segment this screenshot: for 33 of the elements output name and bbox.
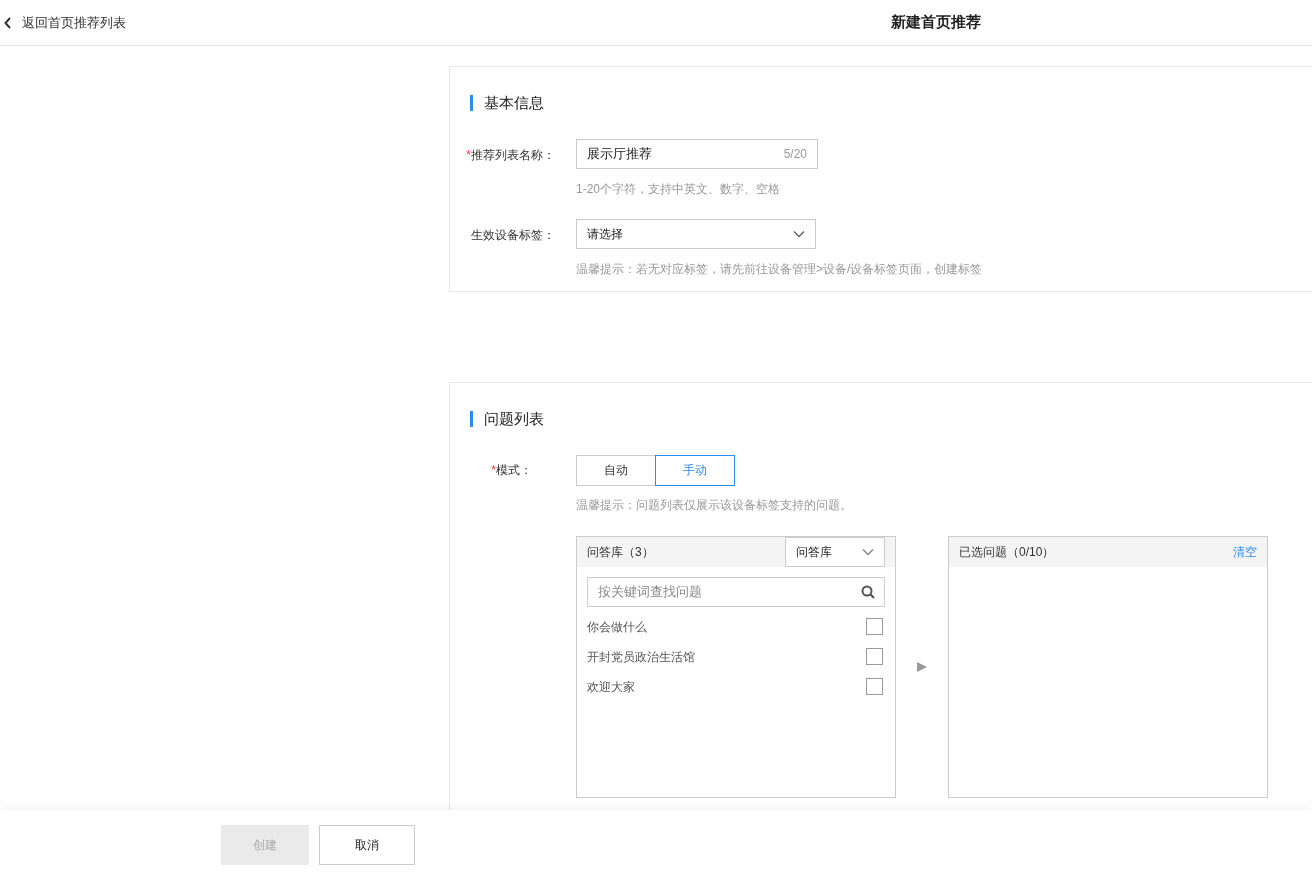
chevron-down-icon [793, 229, 805, 238]
field-label: *推荐列表名称： [466, 147, 555, 162]
panel-title: 问答库（3） [587, 543, 654, 561]
cancel-button[interactable]: 取消 [319, 824, 415, 865]
library-dropdown[interactable]: 问答库 [785, 536, 885, 567]
chevron-down-icon [862, 547, 874, 556]
section-marker [470, 411, 473, 428]
page-title: 新建首页推荐 [891, 12, 981, 32]
question-item[interactable]: 欢迎大家 [587, 677, 635, 696]
back-link[interactable]: 返回首页推荐列表 [4, 12, 126, 33]
section-marker [470, 95, 473, 112]
field-hint: 温馨提示：问题列表仅展示该设备标签支持的问题。 [576, 496, 853, 514]
mode-tab[interactable]: 手动 [655, 454, 735, 486]
question-item[interactable]: 开封党员政治生活馆 [587, 647, 695, 666]
field-label: 生效设备标签： [471, 227, 555, 242]
field-label: *模式： [491, 462, 532, 477]
field-hint: 温馨提示：若无对应标签，请先前往设备管理>设备/设备标签页面，创建标签 [576, 260, 983, 278]
tag-select-dropdown[interactable]: 请选择 [576, 218, 816, 249]
field-hint: 1-20个字符，支持中英文、数字、空格 [576, 180, 782, 198]
character-counter: 5/20 [783, 145, 807, 163]
checkbox[interactable] [866, 648, 883, 665]
panel-title: 已选问题（0/10） [959, 543, 1055, 561]
checkbox[interactable] [866, 618, 883, 635]
section-title: 问题列表 [484, 409, 544, 429]
name-input-field[interactable]: 展示厅推荐 5/20 [576, 138, 818, 169]
search-icon [861, 584, 875, 599]
checkbox[interactable] [866, 678, 883, 695]
mode-tab[interactable]: 自动 [576, 454, 656, 486]
search-field[interactable]: 按关键词查找问题 [587, 576, 885, 607]
right-arrow-icon [916, 660, 928, 673]
question-item[interactable]: 你会做什么 [587, 617, 647, 636]
section-title: 基本信息 [484, 93, 544, 113]
chevron-left-icon [4, 16, 12, 29]
